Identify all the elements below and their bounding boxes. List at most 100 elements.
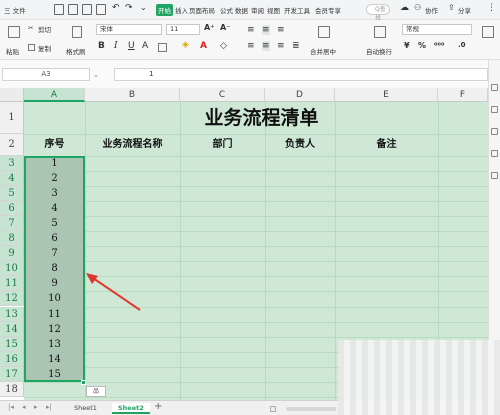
merge-center-button[interactable]: 合并居中 [310, 46, 336, 56]
sequence-cell[interactable]: 8 [24, 261, 85, 276]
tab-view[interactable]: 视图 [267, 5, 280, 15]
bold-icon[interactable]: B [98, 41, 105, 51]
align-left-icon[interactable]: ≡ [247, 41, 255, 51]
column-header-d[interactable]: D [265, 88, 335, 102]
align-bottom-icon[interactable]: ≡ [277, 25, 285, 35]
formula-input[interactable]: 1 [114, 68, 488, 81]
column-header-a[interactable]: A [24, 88, 85, 102]
copy-icon[interactable] [28, 44, 35, 51]
auto-wrap-button[interactable]: 自动换行 [366, 46, 392, 56]
tab-home[interactable]: 开始 [156, 4, 173, 16]
tab-formula[interactable]: 公式 [220, 5, 233, 15]
add-sheet-button[interactable]: + [154, 401, 162, 412]
cloud-icon[interactable]: ☁ [400, 3, 409, 13]
sidebar-tool-icon[interactable] [491, 128, 498, 135]
header-department[interactable]: 部门 [180, 134, 265, 156]
italic-icon[interactable]: I [114, 41, 118, 51]
tab-developer[interactable]: 开发工具 [284, 5, 310, 15]
number-format-select[interactable]: 常规 [402, 24, 472, 35]
sequence-cell[interactable]: 3 [24, 186, 85, 201]
currency-icon[interactable]: ¥ [404, 41, 410, 50]
paste-icon[interactable] [8, 26, 20, 38]
align-top-icon[interactable]: ≡ [247, 25, 255, 35]
format-painter-icon[interactable] [72, 26, 82, 38]
row-header[interactable]: 18 [0, 382, 24, 397]
column-header-c[interactable]: C [180, 88, 265, 102]
font-shrink-icon[interactable]: A⁻ [220, 23, 230, 32]
last-sheet-icon[interactable]: ▸| [46, 403, 52, 411]
sequence-cell[interactable]: 15 [24, 367, 85, 382]
more-icon[interactable]: ⋮ [487, 3, 496, 13]
sheet-tab-1[interactable]: Sheet1 [68, 403, 103, 414]
tab-data[interactable]: 数据 [235, 5, 248, 15]
row-header[interactable]: 3 [0, 156, 24, 171]
align-center-icon[interactable]: ≡ [262, 41, 270, 51]
merge-center-icon[interactable] [318, 26, 330, 38]
header-owner[interactable]: 负责人 [265, 134, 335, 156]
row-header[interactable]: 5 [0, 186, 24, 201]
paste-button[interactable]: 粘贴 [6, 46, 19, 56]
copy-button[interactable]: 复制 [38, 43, 51, 53]
horizontal-scrollbar[interactable] [286, 407, 336, 411]
sequence-cell[interactable]: 14 [24, 352, 85, 367]
header-seq[interactable]: 序号 [24, 134, 85, 156]
share-button[interactable]: 分享 [458, 5, 471, 15]
underline-icon[interactable]: U [128, 41, 135, 51]
font-size-select[interactable]: 11 [166, 24, 200, 35]
row-header[interactable]: 12 [0, 291, 24, 306]
row-header[interactable]: 6 [0, 201, 24, 216]
sidebar-tool-icon[interactable] [491, 172, 498, 179]
row-header[interactable]: 15 [0, 337, 24, 352]
percent-icon[interactable]: % [418, 41, 426, 50]
border-icon[interactable] [158, 43, 167, 52]
name-box[interactable]: A3 [2, 68, 90, 81]
row-header[interactable]: 17 [0, 367, 24, 382]
sequence-cell[interactable]: 4 [24, 201, 85, 216]
row-header[interactable]: 9 [0, 246, 24, 261]
type-convert-icon[interactable] [482, 26, 494, 38]
column-header-f[interactable]: F [438, 88, 488, 102]
search-input[interactable]: Q查找 [366, 4, 390, 22]
font-name-select[interactable]: 宋体 [96, 24, 162, 35]
wrap-text-icon[interactable] [374, 26, 386, 38]
row-header[interactable]: 13 [0, 307, 24, 322]
first-sheet-icon[interactable]: |◂ [8, 403, 14, 411]
clear-format-icon[interactable]: ◇ [220, 41, 227, 51]
column-header-b[interactable]: B [85, 88, 180, 102]
sequence-cell[interactable]: 10 [24, 291, 85, 306]
tab-insert[interactable]: 插入 [175, 5, 188, 15]
sheet-tab-2[interactable]: Sheet2 [112, 403, 150, 414]
cut-button[interactable]: 剪切 [38, 24, 51, 34]
undo-icon[interactable]: ↶ [112, 3, 120, 13]
scroll-left-icon[interactable] [270, 406, 276, 412]
sequence-cell[interactable]: 11 [24, 307, 85, 322]
row-header[interactable]: 14 [0, 322, 24, 337]
justify-icon[interactable]: ≣ [292, 41, 300, 51]
header-process-name[interactable]: 业务流程名称 [85, 134, 180, 156]
cut-icon[interactable]: ✂ [28, 24, 33, 32]
fill-color-icon[interactable]: ◈ [182, 40, 189, 50]
sequence-cell[interactable]: 6 [24, 231, 85, 246]
sequence-cell[interactable]: 12 [24, 322, 85, 337]
sequence-cell[interactable]: 13 [24, 337, 85, 352]
dropdown-chevron-icon[interactable]: ⌄ [140, 3, 147, 12]
sequence-cell[interactable]: 7 [24, 246, 85, 261]
paste-options-button[interactable]: 品 [86, 386, 106, 397]
row-header[interactable]: 11 [0, 276, 24, 291]
sidebar-tool-icon[interactable] [491, 106, 498, 113]
sequence-cell[interactable]: 1 [24, 156, 85, 171]
fill-handle[interactable] [81, 380, 86, 385]
next-sheet-icon[interactable]: ▸ [34, 403, 38, 411]
sidebar-tool-icon[interactable] [491, 150, 498, 157]
redo-icon[interactable]: ↷ [125, 3, 133, 13]
align-right-icon[interactable]: ≡ [277, 41, 285, 51]
header-remarks[interactable]: 备注 [335, 134, 438, 156]
align-middle-icon[interactable]: ≡ [262, 25, 270, 35]
sequence-cell[interactable]: 2 [24, 171, 85, 186]
thousands-icon[interactable]: ⁰⁰⁰ [434, 41, 445, 50]
select-all-corner[interactable] [0, 88, 24, 102]
format-painter-button[interactable]: 格式刷 [66, 46, 86, 56]
sidebar-tool-icon[interactable] [491, 84, 498, 91]
sequence-cell[interactable]: 5 [24, 216, 85, 231]
tab-member[interactable]: 会员专享 [315, 5, 341, 15]
